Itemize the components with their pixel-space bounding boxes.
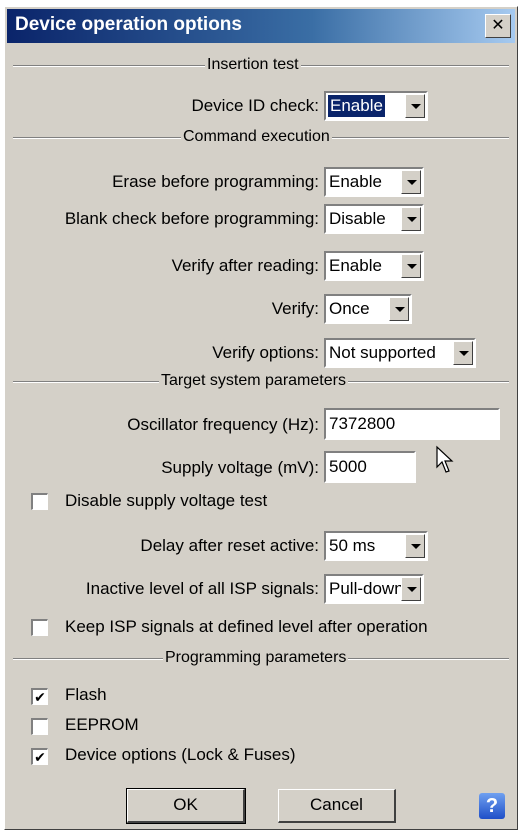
flash-checkbox[interactable]: ✔ — [31, 688, 48, 705]
device-id-check-label: Device ID check: — [191, 96, 319, 115]
supply-voltage-value: 5000 — [329, 457, 367, 476]
help-icon[interactable]: ? — [479, 793, 505, 819]
chevron-down-icon[interactable] — [405, 534, 425, 558]
blank-check-select[interactable]: Disable — [324, 204, 424, 234]
chevron-down-icon[interactable] — [401, 577, 421, 601]
erase-before-programming-value: Enable — [329, 172, 382, 191]
verify-label: Verify: — [271, 299, 319, 318]
chevron-down-icon[interactable] — [405, 94, 425, 118]
chevron-down-icon[interactable] — [453, 341, 473, 365]
oscillator-frequency-value: 7372800 — [329, 414, 396, 433]
erase-before-programming-select[interactable]: Enable — [324, 167, 424, 197]
section-insertion-test: Insertion test — [205, 55, 301, 75]
verify-options-label: Verify options: — [212, 343, 319, 362]
chevron-down-icon[interactable] — [401, 207, 421, 231]
section-programming: Programming parameters — [163, 648, 349, 668]
dialog-title: Device operation options — [15, 14, 242, 35]
checkmark-icon: ✔ — [34, 689, 46, 705]
blank-check-value: Disable — [329, 209, 386, 228]
inactive-level-select[interactable]: Pull-down — [324, 574, 424, 604]
erase-before-programming-label: Erase before programming: — [112, 172, 319, 191]
inactive-level-label: Inactive level of all ISP signals: — [85, 579, 319, 598]
disable-supply-voltage-test-checkbox[interactable] — [31, 493, 48, 510]
supply-voltage-label: Supply voltage (mV): — [161, 458, 319, 477]
device-id-check-value: Enable — [328, 95, 385, 117]
oscillator-frequency-input[interactable]: 7372800 — [324, 408, 500, 440]
disable-supply-voltage-test-label: Disable supply voltage test — [65, 491, 268, 510]
ok-button[interactable]: OK — [126, 788, 246, 824]
verify-after-reading-value: Enable — [329, 256, 382, 275]
eeprom-checkbox[interactable] — [31, 718, 48, 735]
verify-after-reading-label: Verify after reading: — [171, 256, 319, 275]
delay-after-reset-label: Delay after reset active: — [140, 536, 319, 555]
title-bar[interactable]: Device operation options ✕ — [7, 9, 515, 43]
flash-label: Flash — [65, 685, 107, 704]
section-target-system: Target system parameters — [159, 371, 348, 391]
chevron-down-icon[interactable] — [401, 170, 421, 194]
oscillator-frequency-label: Oscillator frequency (Hz): — [127, 415, 319, 434]
verify-select[interactable]: Once — [324, 294, 412, 324]
mouse-pointer-icon — [436, 445, 454, 473]
verify-options-value: Not supported — [329, 343, 436, 362]
chevron-down-icon[interactable] — [389, 297, 409, 321]
cancel-button[interactable]: Cancel — [278, 789, 396, 823]
inactive-level-value: Pull-down — [329, 579, 404, 598]
keep-isp-signals-label: Keep ISP signals at defined level after … — [65, 617, 428, 636]
delay-after-reset-select[interactable]: 50 ms — [324, 531, 428, 561]
verify-after-reading-select[interactable]: Enable — [324, 251, 424, 281]
device-operation-options-dialog: Device operation options ✕ Insertion tes… — [4, 6, 518, 830]
device-id-check-select[interactable]: Enable — [324, 91, 428, 121]
blank-check-label: Blank check before programming: — [64, 209, 319, 228]
close-button[interactable]: ✕ — [485, 14, 511, 38]
device-options-label: Device options (Lock & Fuses) — [65, 745, 296, 764]
section-command-execution: Command execution — [181, 127, 332, 147]
device-options-checkbox[interactable]: ✔ — [31, 748, 48, 765]
verify-value: Once — [329, 299, 370, 318]
chevron-down-icon[interactable] — [401, 254, 421, 278]
supply-voltage-input[interactable]: 5000 — [324, 451, 416, 483]
checkmark-icon: ✔ — [34, 749, 46, 765]
delay-after-reset-value: 50 ms — [329, 536, 376, 555]
keep-isp-signals-checkbox[interactable] — [31, 619, 48, 636]
close-icon: ✕ — [491, 17, 505, 34]
verify-options-select[interactable]: Not supported — [324, 338, 476, 368]
eeprom-label: EEPROM — [65, 715, 139, 734]
